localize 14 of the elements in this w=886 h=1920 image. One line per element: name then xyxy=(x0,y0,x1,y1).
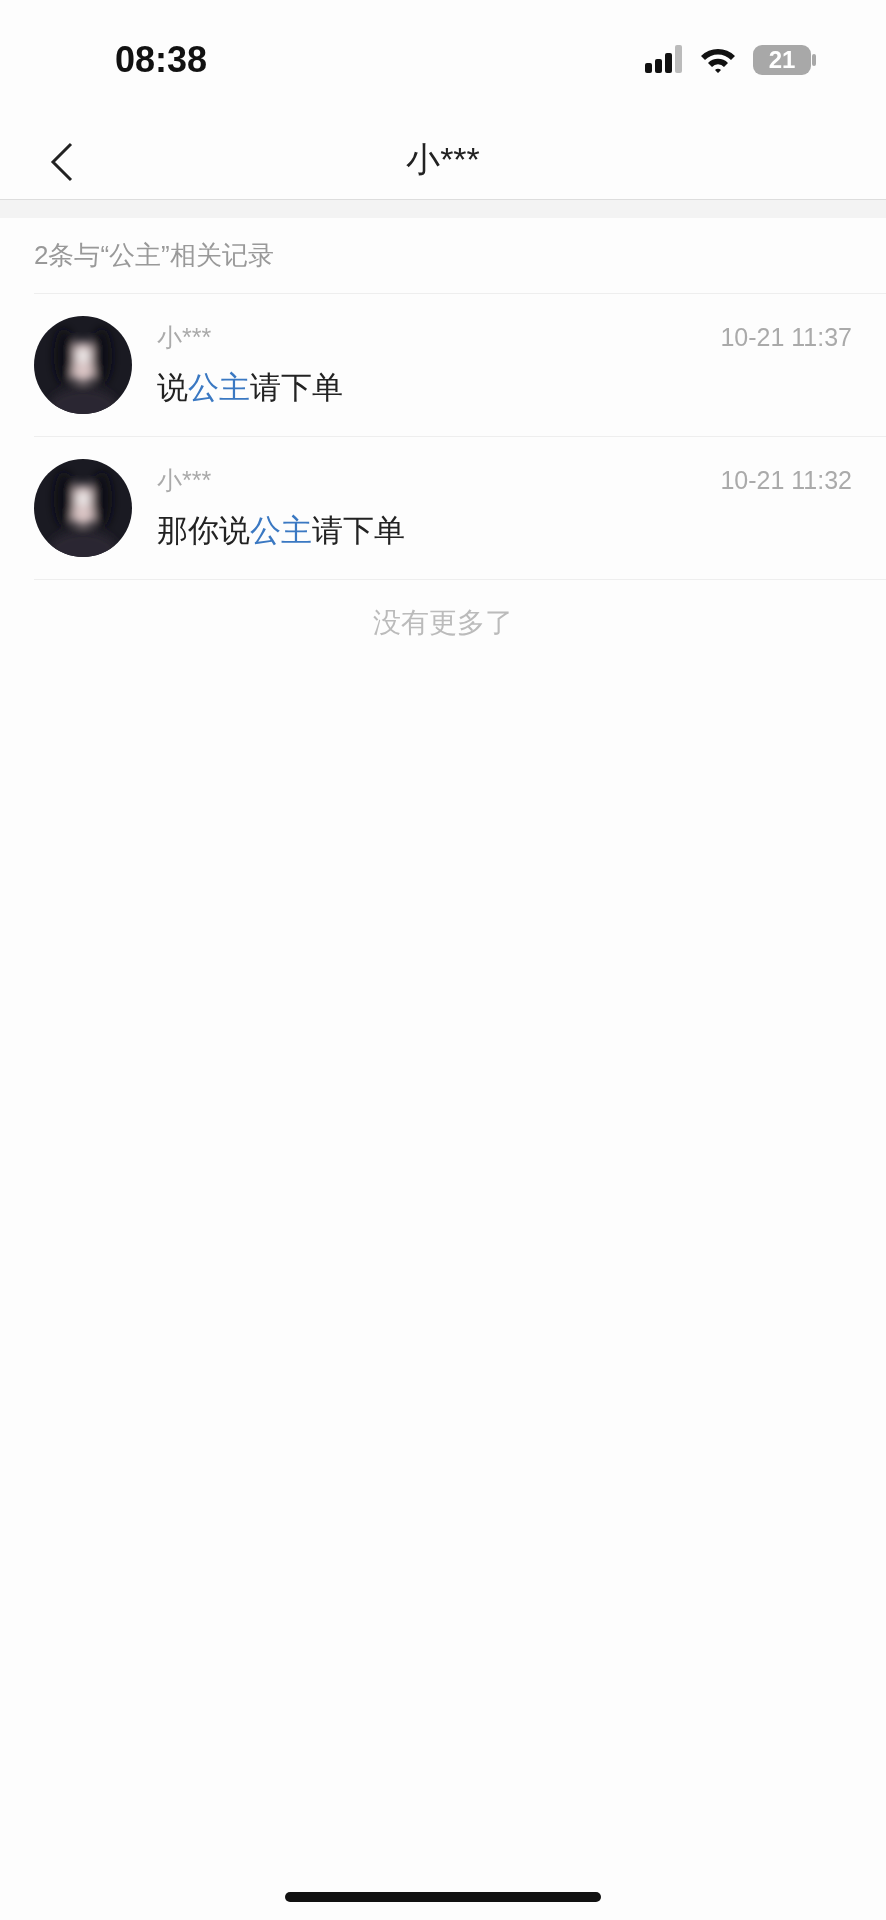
battery-indicator: 21 xyxy=(753,45,811,75)
sender-name: 小*** xyxy=(157,465,212,496)
sender-name: 小*** xyxy=(157,322,212,353)
message-time: 10-21 11:32 xyxy=(720,465,852,496)
wifi-icon xyxy=(699,46,737,74)
status-time: 08:38 xyxy=(115,38,208,82)
message-time: 10-21 11:37 xyxy=(720,322,852,353)
result-summary: 2条与“公主”相关记录 xyxy=(33,239,275,272)
page-title: 小*** xyxy=(406,139,480,180)
signal-icon xyxy=(645,45,683,75)
message-text[interactable]: 那你说公主请下单 xyxy=(157,507,852,554)
end-of-list-text: 没有更多了 xyxy=(372,606,514,640)
message-text[interactable]: 说公主请下单 xyxy=(157,364,852,411)
battery-tip-icon xyxy=(811,54,816,66)
